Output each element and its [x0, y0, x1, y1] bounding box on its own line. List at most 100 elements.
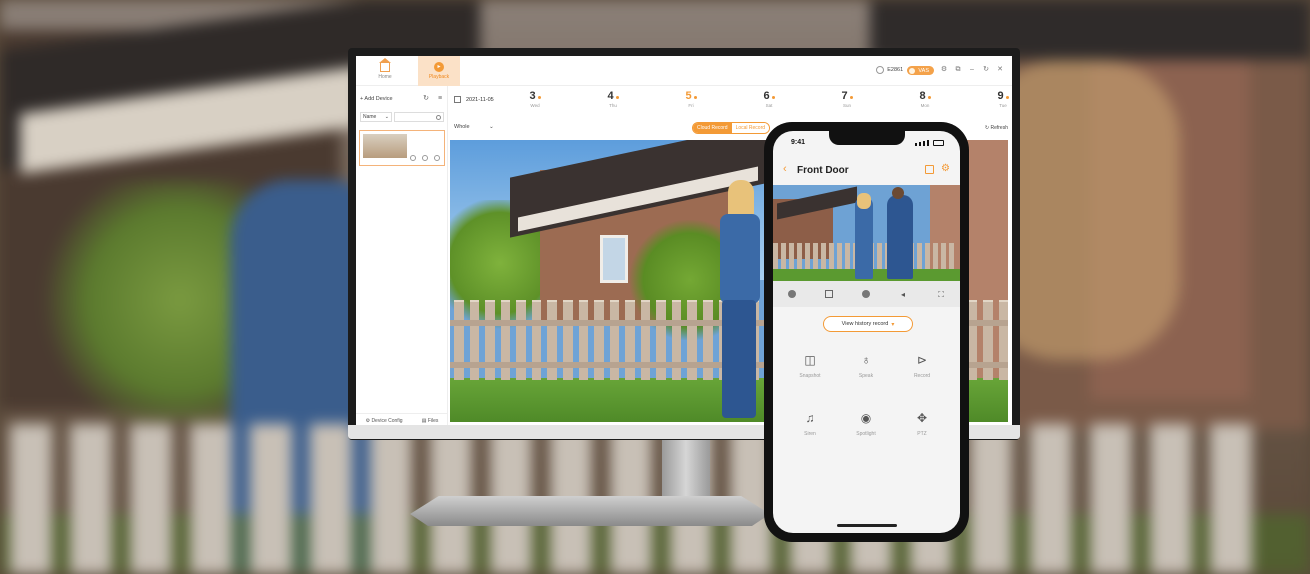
date-day-number: 8 — [919, 90, 926, 102]
bell-icon: ♫ — [805, 411, 815, 425]
device-config-button[interactable]: ⚙ Device Config — [366, 418, 403, 424]
calendar-icon[interactable] — [454, 96, 461, 103]
user-name: E2861 — [887, 67, 904, 73]
user-icon — [876, 66, 885, 74]
device-config-label: Device Config — [371, 417, 403, 424]
phone-notch — [828, 131, 905, 145]
date-day[interactable]: 8 Mon — [910, 90, 940, 108]
action-siren-button[interactable]: ♫ Siren — [785, 411, 835, 437]
range-select[interactable]: Whole ⌄ — [454, 122, 504, 132]
quality-icon[interactable] — [824, 290, 833, 298]
app-topbar: Home ▸ Playback E2861 ⌄ VAS ⚙ ⧉ – ↻ ✕ — [356, 56, 1012, 86]
gear-icon[interactable]: ⚙ — [941, 164, 950, 174]
record-indicator-dot — [927, 95, 931, 99]
vas-icon — [909, 67, 916, 74]
video-control-bar: ◂ ⛶ — [773, 281, 960, 307]
view-history-button[interactable]: View history record ▾ — [823, 316, 913, 332]
monitor-stand — [662, 438, 710, 498]
list-icon[interactable]: ≡ — [436, 95, 444, 103]
action-label: PTZ — [917, 431, 927, 437]
view-history-label: View history record — [841, 321, 889, 327]
device-list-item[interactable] — [359, 130, 445, 166]
files-button[interactable]: ▤ Files — [422, 418, 439, 424]
date-day[interactable]: 7 Sun — [832, 90, 862, 108]
action-speak-button[interactable]: ♁ Speak — [841, 353, 891, 379]
action-label: Spotlight — [856, 431, 876, 437]
tab-playback[interactable]: ▸ Playback — [418, 56, 460, 86]
date-day-number: 7 — [841, 90, 848, 102]
spotlight-icon: ◉ — [860, 411, 872, 425]
record-indicator-dot — [771, 95, 775, 99]
volume-icon[interactable]: ◂ — [899, 290, 908, 299]
status-icons — [915, 140, 944, 146]
device-search-input[interactable] — [394, 112, 444, 122]
ptz-icon: ✥ — [916, 411, 928, 425]
action-label: Snapshot — [799, 373, 821, 379]
caret-down-icon: ▾ — [891, 321, 895, 328]
device-settings-icon[interactable] — [434, 155, 440, 161]
edit-icon[interactable] — [925, 165, 934, 174]
home-indicator — [836, 524, 897, 527]
device-info-icon[interactable] — [422, 155, 428, 161]
action-spotlight-button[interactable]: ◉ Spotlight — [841, 411, 891, 437]
mobile-phone: 9:41 ‹ Front Door ⚙ ◂ ⛶ View history rec… — [764, 122, 969, 542]
date-day-weekday: Thu — [609, 103, 617, 108]
local-record-tab[interactable]: Local Record — [731, 123, 770, 133]
vas-button[interactable]: VAS — [907, 66, 934, 75]
date-day-weekday: Fri — [688, 103, 694, 108]
action-label: Speak — [858, 373, 874, 379]
refresh-icon[interactable]: ↻ — [422, 95, 430, 103]
cloud-record-tab[interactable]: Cloud Record — [693, 123, 732, 133]
record-indicator-dot — [1005, 95, 1009, 99]
date-day-weekday: Sat — [765, 103, 773, 108]
fullscreen-icon[interactable]: ⛶ — [937, 290, 946, 299]
sort-select-value: Name — [363, 114, 377, 120]
current-date: 2021-11-05 — [466, 97, 494, 103]
tab-home[interactable]: Home — [364, 56, 406, 86]
record-source-toggle: Cloud Record Local Record — [692, 122, 771, 134]
tab-playback-label: Playback — [428, 74, 450, 80]
action-label: Siren — [804, 431, 816, 437]
date-day-weekday: Tue — [999, 103, 1007, 108]
mobile-header: ‹ Front Door ⚙ — [773, 159, 960, 181]
date-strip: 2021-11-05 3 Wed 4 Thu 5 Fri 6 Sat 7 Sun 8 Mon 9 Tue — [450, 88, 1012, 114]
date-day-number: 5 — [685, 90, 692, 102]
sort-select[interactable]: Name ⌄ — [360, 112, 392, 122]
status-time: 9:41 — [791, 139, 806, 146]
add-device-button[interactable]: + Add Device — [360, 96, 393, 102]
date-day-number: 3 — [529, 90, 536, 102]
search-icon — [436, 115, 441, 120]
date-day[interactable]: 3 Wed — [520, 90, 550, 108]
date-day-weekday: Wed — [530, 103, 540, 108]
action-ptz-button[interactable]: ✥ PTZ — [897, 411, 947, 437]
snapshot-icon[interactable] — [861, 290, 870, 298]
restore-icon[interactable]: ↻ — [982, 66, 990, 74]
date-day[interactable]: 4 Thu — [598, 90, 628, 108]
chevron-down-icon: ⌄ — [489, 124, 494, 130]
action-record-button[interactable]: ⊳ Record — [897, 353, 947, 379]
external-link-icon[interactable]: ⧉ — [954, 66, 962, 74]
date-day-weekday: Mon — [920, 103, 930, 108]
date-day-weekday: Sun — [842, 103, 851, 108]
record-indicator-dot — [537, 95, 541, 99]
refresh-button[interactable]: ↻ Refresh — [985, 125, 1008, 131]
refresh-label: Refresh — [990, 125, 1008, 131]
microphone-icon: ♁ — [861, 353, 871, 367]
close-icon[interactable]: ✕ — [996, 66, 1004, 74]
pause-icon[interactable] — [787, 290, 796, 298]
record-indicator-dot — [693, 95, 697, 99]
back-icon[interactable]: ‹ — [783, 163, 787, 175]
date-day[interactable]: 9 Tue — [988, 90, 1012, 108]
tab-home-label: Home — [378, 73, 392, 80]
date-day[interactable]: 6 Sat — [754, 90, 784, 108]
playback-icon: ▸ — [434, 62, 444, 72]
device-title: Front Door — [797, 165, 849, 176]
settings-icon[interactable]: ⚙ — [940, 66, 948, 74]
minimize-icon[interactable]: – — [968, 66, 976, 74]
files-label: Files — [427, 417, 439, 424]
date-day[interactable]: 5 Fri — [676, 90, 706, 108]
device-sidebar: + Add Device ↻ ≡ Name ⌄ ⚙ Device Config … — [356, 86, 448, 427]
device-share-icon[interactable] — [410, 155, 416, 161]
live-video[interactable] — [773, 185, 960, 281]
action-snapshot-button[interactable]: ◫ Snapshot — [785, 353, 835, 379]
